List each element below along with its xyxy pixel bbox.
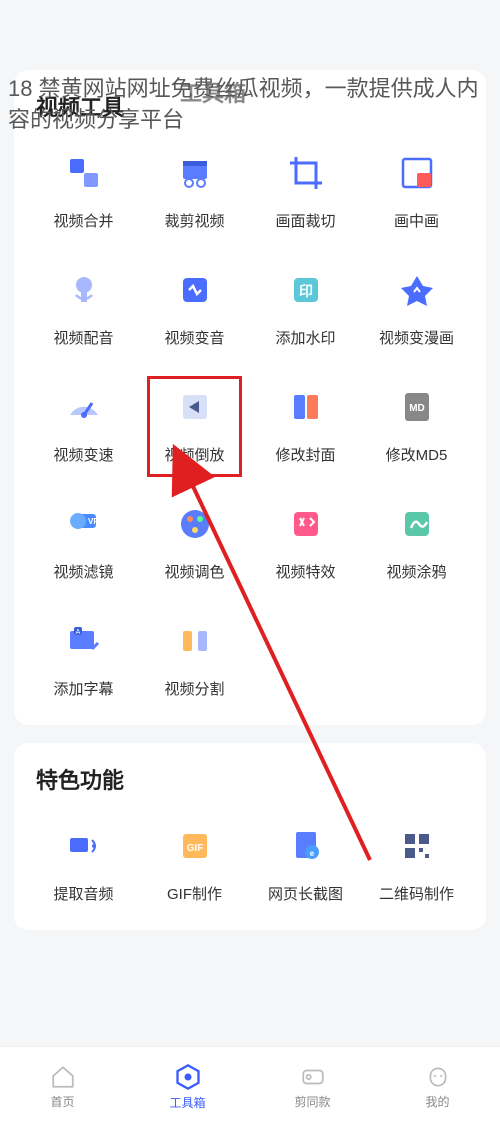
feature-tools-grid: 提取音频 GIF GIF制作 e 网页长截图 二维码制作 xyxy=(28,813,472,920)
doodle-icon xyxy=(390,497,444,551)
tool-voicechange[interactable]: 视频变音 xyxy=(139,257,250,364)
tool-label: 裁剪视频 xyxy=(164,210,224,231)
tool-label: 网页长截图 xyxy=(268,883,343,904)
tool-merge[interactable]: 视频合并 xyxy=(28,140,139,247)
tool-reverse[interactable]: 视频倒放 xyxy=(139,374,250,481)
tool-label: 视频涂鸦 xyxy=(386,561,446,582)
pip-icon xyxy=(390,146,444,200)
nav-profile[interactable]: 我的 xyxy=(375,1047,500,1126)
tool-watermark[interactable]: 印添加水印 xyxy=(250,257,361,364)
nav-home[interactable]: 首页 xyxy=(0,1047,125,1126)
tool-color[interactable]: 视频调色 xyxy=(139,491,250,598)
qrcode-icon xyxy=(390,819,444,873)
tool-label: 视频倒放 xyxy=(164,444,224,465)
tool-crop[interactable]: 画面裁切 xyxy=(250,140,361,247)
tool-speed[interactable]: 视频变速 xyxy=(28,374,139,481)
tool-label: 视频配音 xyxy=(53,327,113,348)
toolbox-icon xyxy=(174,1063,202,1091)
tool-fx[interactable]: 视频特效 xyxy=(250,491,361,598)
tool-split[interactable]: 视频分割 xyxy=(139,608,250,715)
dub-icon xyxy=(57,263,111,317)
tool-label: 视频变音 xyxy=(164,327,224,348)
tool-md5[interactable]: MD 修改MD5 xyxy=(361,374,472,481)
section-title-feature: 特色功能 xyxy=(28,763,472,795)
tool-label: 提取音频 xyxy=(53,883,113,904)
tool-label: 修改MD5 xyxy=(386,444,448,465)
svg-text:GIF: GIF xyxy=(186,843,203,854)
webcapture-icon: e xyxy=(279,819,333,873)
tool-label: 视频滤镜 xyxy=(53,561,113,582)
tool-label: 视频变速 xyxy=(53,444,113,465)
tool-webcapture[interactable]: e 网页长截图 xyxy=(250,813,361,920)
tool-label: 视频合并 xyxy=(53,210,113,231)
video-tools-grid: 视频合并裁剪视频画面裁切画中画视频配音视频变音印添加水印视频变漫画视频变速视频倒… xyxy=(28,140,472,715)
split-icon xyxy=(168,614,222,668)
nav-toolbox[interactable]: 工具箱 xyxy=(125,1047,250,1126)
tool-label: 视频分割 xyxy=(164,678,224,699)
fx-icon xyxy=(279,497,333,551)
color-icon xyxy=(168,497,222,551)
md5-icon: MD xyxy=(390,380,444,434)
extract-audio-icon xyxy=(57,819,111,873)
tool-label: 视频特效 xyxy=(275,561,335,582)
cover-icon xyxy=(279,380,333,434)
speed-icon xyxy=(57,380,111,434)
tool-qrcode[interactable]: 二维码制作 xyxy=(361,813,472,920)
tool-pip[interactable]: 画中画 xyxy=(361,140,472,247)
tool-label: GIF制作 xyxy=(167,883,222,904)
tool-comic[interactable]: 视频变漫画 xyxy=(361,257,472,364)
tool-dub[interactable]: 视频配音 xyxy=(28,257,139,364)
svg-text:印: 印 xyxy=(299,283,313,299)
tool-label: 二维码制作 xyxy=(379,883,454,904)
tool-gif[interactable]: GIF GIF制作 xyxy=(139,813,250,920)
trim-icon xyxy=(168,146,222,200)
svg-text:A: A xyxy=(75,629,80,636)
tool-label: 添加字幕 xyxy=(53,678,113,699)
voicechange-icon xyxy=(168,263,222,317)
filter-icon: VR xyxy=(57,497,111,551)
tool-label: 添加水印 xyxy=(275,327,335,348)
video-tools-card: 视频工具 视频合并裁剪视频画面裁切画中画视频配音视频变音印添加水印视频变漫画视频… xyxy=(14,70,486,725)
overlay-text: 18 禁黄网站网址免费丝瓜视频，一款提供成人内容的视频分享平台 xyxy=(0,70,500,140)
tool-label: 画面裁切 xyxy=(275,210,335,231)
tool-trim[interactable]: 裁剪视频 xyxy=(139,140,250,247)
nav-template[interactable]: 剪同款 xyxy=(250,1047,375,1126)
tool-label: 视频调色 xyxy=(164,561,224,582)
nav-label: 工具箱 xyxy=(169,1094,205,1111)
nav-label: 剪同款 xyxy=(294,1093,330,1110)
svg-text:e: e xyxy=(309,849,314,858)
watermark-icon: 印 xyxy=(279,263,333,317)
svg-text:VR: VR xyxy=(88,517,99,526)
nav-label: 首页 xyxy=(50,1093,74,1110)
tool-cover[interactable]: 修改封面 xyxy=(250,374,361,481)
merge-icon xyxy=(57,146,111,200)
reverse-icon xyxy=(168,380,222,434)
subtitle-icon: A xyxy=(57,614,111,668)
tool-label: 修改封面 xyxy=(275,444,335,465)
tool-extract-audio[interactable]: 提取音频 xyxy=(28,813,139,920)
svg-text:MD: MD xyxy=(409,403,425,414)
crop-icon xyxy=(279,146,333,200)
home-icon xyxy=(50,1064,76,1090)
comic-icon xyxy=(390,263,444,317)
gif-icon: GIF xyxy=(168,819,222,873)
bottom-nav: 首页 工具箱 剪同款 我的 xyxy=(0,1046,500,1126)
tool-label: 视频变漫画 xyxy=(379,327,454,348)
profile-icon xyxy=(425,1064,451,1090)
tool-label: 画中画 xyxy=(394,210,439,231)
tool-doodle[interactable]: 视频涂鸦 xyxy=(361,491,472,598)
tool-filter[interactable]: VR 视频滤镜 xyxy=(28,491,139,598)
tool-subtitle[interactable]: A 添加字幕 xyxy=(28,608,139,715)
feature-tools-card: 特色功能 提取音频 GIF GIF制作 e 网页长截图 二维码制作 xyxy=(14,743,486,930)
nav-label: 我的 xyxy=(425,1093,449,1110)
template-icon xyxy=(300,1064,326,1090)
